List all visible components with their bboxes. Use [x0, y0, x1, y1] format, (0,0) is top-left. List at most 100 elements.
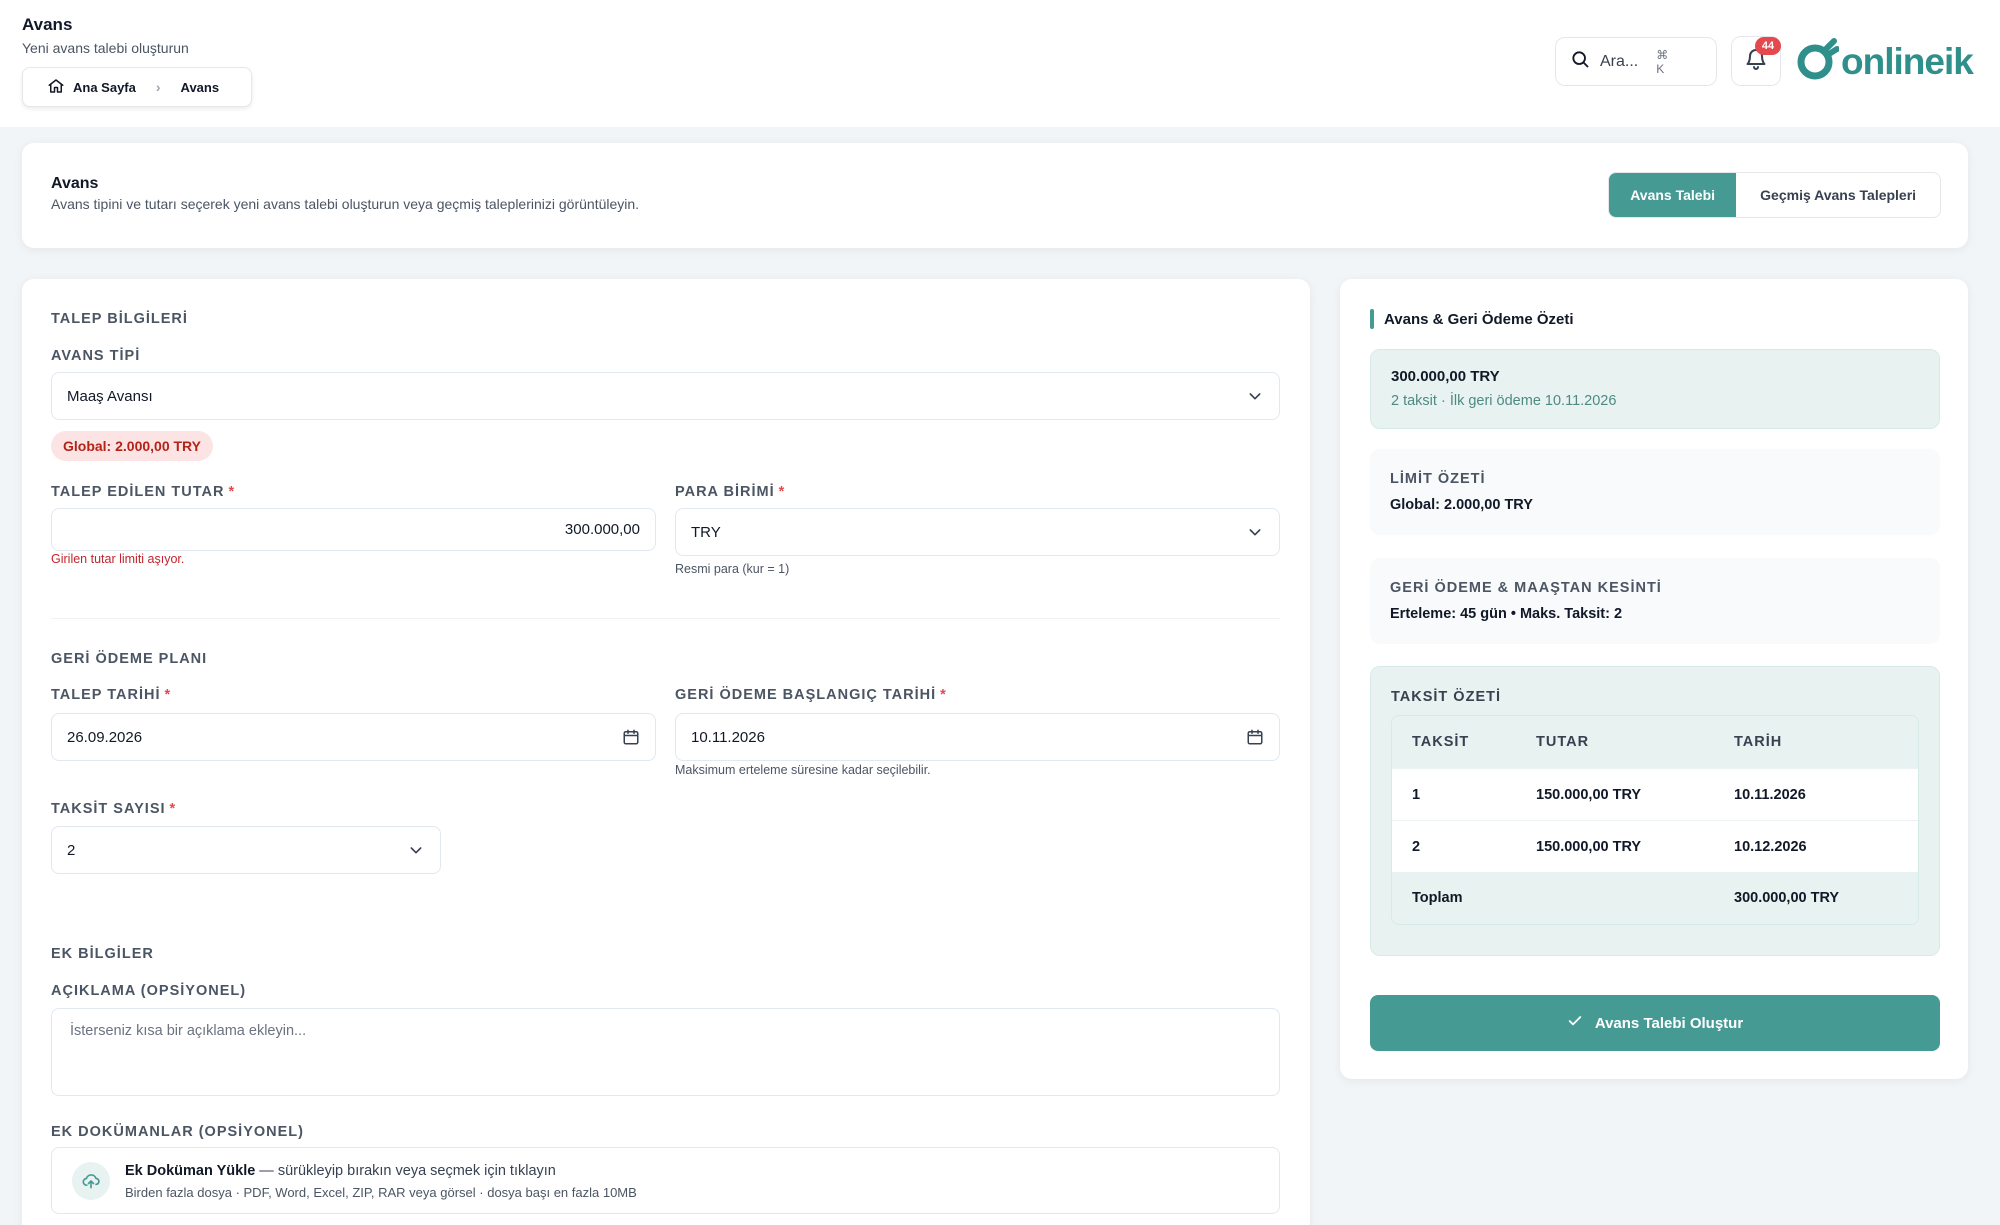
advance-type-label: AVANS TİPİ — [51, 348, 141, 364]
summary-amount: 300.000,00 TRY — [1391, 368, 1500, 385]
installment-table: TAKSİT TUTAR TARİH 1 150.000,00 TRY 10.1… — [1391, 715, 1919, 925]
repayment-summary-title: GERİ ÖDEME & MAAŞTAN KESİNTİ — [1390, 580, 1662, 596]
documents-label: EK DOKÜMANLAR (OPSİYONEL) — [51, 1124, 304, 1140]
repayment-start-label-text: GERİ ÖDEME BAŞLANGIÇ TARİHİ — [675, 687, 937, 703]
installments-label-text: TAKSİT SAYISI — [51, 801, 166, 817]
limit-summary-value: Global: 2.000,00 TRY — [1390, 497, 1533, 513]
top-header: Avans Yeni avans talebi oluşturun Ana Sa… — [0, 0, 2000, 127]
notification-count-badge: 44 — [1755, 37, 1781, 55]
upload-title-bold: Ek Doküman Yükle — [125, 1163, 256, 1179]
amount-error: Girilen tutar limiti aşıyor. — [51, 552, 185, 566]
divider — [51, 618, 1280, 619]
installment-summary-title: TAKSİT ÖZETİ — [1391, 689, 1502, 705]
page-title: Avans — [22, 15, 73, 34]
upload-cloud-icon — [72, 1162, 110, 1200]
calendar-icon[interactable] — [1246, 728, 1264, 750]
description-textarea[interactable]: İsterseniz kısa bir açıklama ekleyin... — [51, 1008, 1280, 1096]
logo-mark-icon — [1795, 37, 1840, 87]
currency-label: PARA BİRİMİ * — [675, 484, 786, 500]
request-date-label-text: TALEP TARİHİ — [51, 687, 161, 703]
advance-type-select[interactable]: Maaş Avansı — [51, 372, 1280, 420]
limit-badge: Global: 2.000,00 TRY — [51, 431, 213, 461]
table-cell: 10.12.2026 — [1734, 838, 1807, 855]
tab-avans-talebi[interactable]: Avans Talebi — [1609, 173, 1737, 217]
repayment-start-label: GERİ ÖDEME BAŞLANGIÇ TARİHİ * — [675, 687, 947, 703]
summary-card: Avans & Geri Ödeme Özeti 300.000,00 TRY … — [1340, 279, 1968, 1079]
chevron-down-icon — [1247, 388, 1263, 408]
description-placeholder: İsterseniz kısa bir açıklama ekleyin... — [70, 1023, 307, 1039]
section-title-repayment: GERİ ÖDEME PLANI — [51, 651, 208, 667]
total-label: Toplam — [1412, 890, 1463, 906]
search-placeholder: Ara... — [1600, 52, 1639, 70]
amount-label: TALEP EDİLEN TUTAR * — [51, 484, 236, 500]
tab-gecmis-avans-talepleri[interactable]: Geçmiş Avans Talepleri — [1736, 173, 1940, 217]
request-date-label: TALEP TARİHİ * — [51, 687, 172, 703]
intro-title: Avans — [51, 175, 99, 192]
column-header: TARİH — [1734, 734, 1783, 750]
home-icon[interactable] — [47, 77, 65, 98]
section-title-extra: EK BİLGİLER — [51, 946, 154, 962]
repayment-summary-value: Erteleme: 45 gün • Maks. Taksit: 2 — [1390, 606, 1623, 622]
page-subtitle: Yeni avans talebi oluşturun — [22, 40, 189, 56]
repayment-start-input[interactable]: 10.11.2026 — [675, 713, 1280, 761]
installments-label: TAKSİT SAYISI * — [51, 801, 177, 817]
column-header: TAKSİT — [1412, 734, 1470, 750]
currency-select[interactable]: TRY — [675, 508, 1280, 556]
total-value: 300.000,00 TRY — [1734, 890, 1840, 906]
upload-subtitle: Birden fazla dosya · PDF, Word, Excel, Z… — [125, 1185, 637, 1200]
section-title-request: TALEP BİLGİLERİ — [51, 311, 188, 327]
intro-description: Avans tipini ve tutarı seçerek yeni avan… — [51, 196, 640, 212]
currency-hint: Resmi para (kur = 1) — [675, 562, 790, 576]
amount-input[interactable]: 300.000,00 — [51, 508, 656, 551]
repayment-summary-box: GERİ ÖDEME & MAAŞTAN KESİNTİ Erteleme: 4… — [1370, 558, 1940, 644]
chevron-down-icon — [1247, 524, 1263, 544]
document-upload-dropzone[interactable]: Ek Doküman Yükle — sürükleyip bırakın ve… — [51, 1147, 1280, 1214]
breadcrumb-home-link[interactable]: Ana Sayfa — [73, 80, 136, 95]
table-cell: 2 — [1412, 838, 1421, 855]
amount-label-text: TALEP EDİLEN TUTAR — [51, 484, 225, 500]
search-icon — [1570, 49, 1590, 74]
limit-summary-title: LİMİT ÖZETİ — [1390, 471, 1486, 487]
summary-heading: Avans & Geri Ödeme Özeti — [1370, 309, 1574, 329]
installments-value: 2 — [67, 841, 76, 859]
chevron-right-icon: › — [155, 79, 161, 95]
currency-value: TRY — [691, 523, 721, 541]
submit-label: Avans Talebi Oluştur — [1594, 1014, 1744, 1032]
table-row: 1 150.000,00 TRY 10.11.2026 — [1392, 768, 1918, 820]
search-shortcut: ⌘ K — [1656, 47, 1683, 76]
brand-logo[interactable]: onlineik — [1795, 37, 1974, 87]
summary-amount-sub: 2 taksit · İlk geri ödeme 10.11.2026 — [1391, 393, 1617, 409]
upload-title: Ek Doküman Yükle — sürükleyip bırakın ve… — [125, 1163, 556, 1179]
search-input[interactable]: Ara... ⌘ K — [1555, 37, 1717, 86]
column-header: TUTAR — [1536, 734, 1590, 750]
table-cell: 150.000,00 TRY — [1536, 786, 1642, 803]
advance-type-value: Maaş Avansı — [67, 387, 153, 405]
table-row: 2 150.000,00 TRY 10.12.2026 — [1392, 820, 1918, 872]
upload-title-rest: — sürükleyip bırakın veya seçmek için tı… — [255, 1163, 556, 1179]
installment-summary-box: TAKSİT ÖZETİ TAKSİT TUTAR TARİH 1 150.00… — [1370, 666, 1940, 956]
intro-card: Avans Avans tipini ve tutarı seçerek yen… — [22, 143, 1968, 248]
table-total-row: Toplam 300.000,00 TRY — [1392, 872, 1918, 924]
installments-select[interactable]: 2 — [51, 826, 441, 874]
request-form-card: TALEP BİLGİLERİ AVANS TİPİ Maaş Avansı G… — [22, 279, 1310, 1225]
amount-value: 300.000,00 — [564, 521, 640, 538]
chevron-down-icon — [408, 842, 424, 862]
repayment-start-value: 10.11.2026 — [691, 728, 765, 746]
summary-title: Avans & Geri Ödeme Özeti — [1384, 310, 1574, 328]
table-header-row: TAKSİT TUTAR TARİH — [1392, 716, 1918, 768]
table-cell: 10.11.2026 — [1734, 786, 1806, 803]
create-advance-request-button[interactable]: Avans Talebi Oluştur — [1370, 995, 1940, 1051]
table-cell: 150.000,00 TRY — [1536, 838, 1642, 855]
logo-text: onlineik — [1841, 41, 1974, 82]
request-date-value: 26.09.2026 — [67, 728, 143, 746]
view-switch: Avans Talebi Geçmiş Avans Talepleri — [1608, 172, 1941, 218]
request-date-input[interactable]: 26.09.2026 — [51, 713, 656, 761]
description-label: AÇIKLAMA (OPSİYONEL) — [51, 983, 247, 999]
breadcrumb-current: Avans — [180, 79, 220, 95]
limit-summary-box: LİMİT ÖZETİ Global: 2.000,00 TRY — [1370, 449, 1940, 535]
accent-bar — [1370, 309, 1374, 329]
check-icon — [1567, 1013, 1583, 1033]
calendar-icon[interactable] — [622, 728, 640, 750]
currency-label-text: PARA BİRİMİ — [675, 484, 775, 500]
repayment-start-hint: Maksimum erteleme süresine kadar seçileb… — [675, 763, 931, 777]
